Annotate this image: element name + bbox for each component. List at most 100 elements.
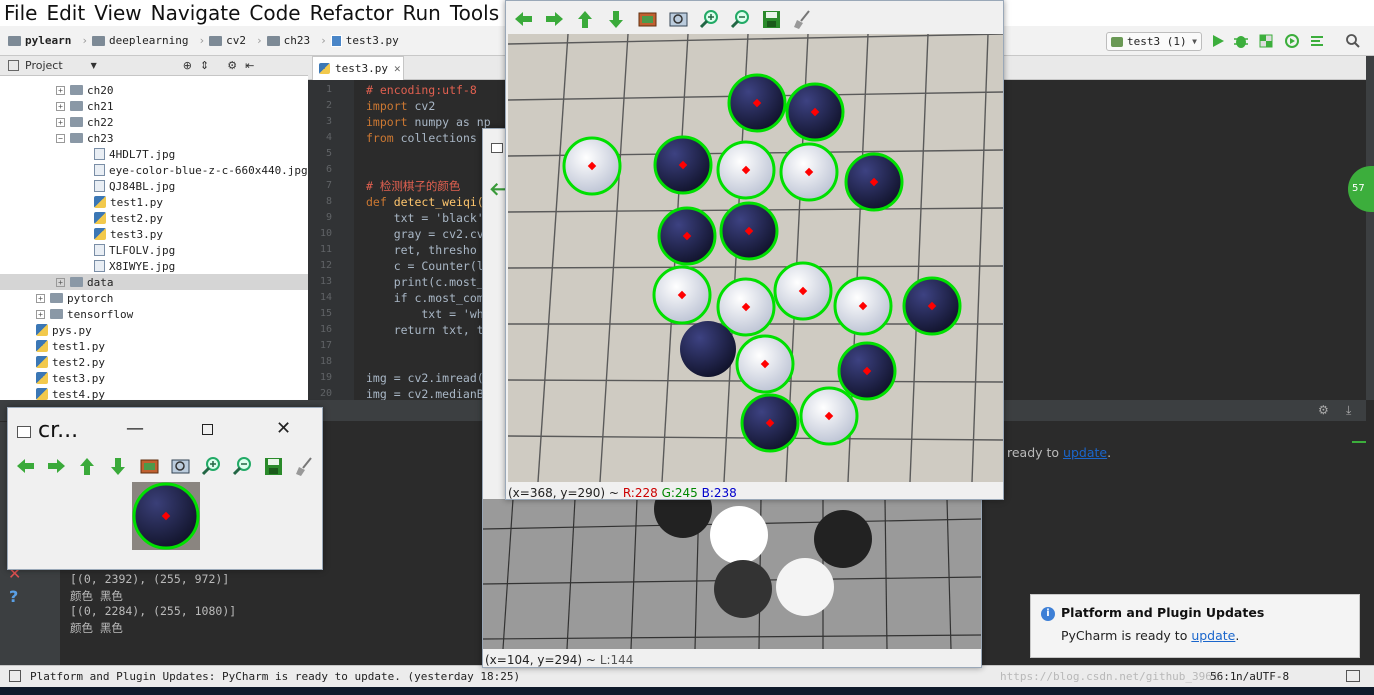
menu-navigate[interactable]: Navigate xyxy=(151,1,241,25)
breadcrumb-ch23[interactable]: ch23 xyxy=(266,34,310,47)
update-notification[interactable]: i Platform and Plugin Updates PyCharm is… xyxy=(1030,594,1360,658)
tree-item-ch23[interactable]: − ch23 xyxy=(56,130,114,146)
tool-windows-icon[interactable] xyxy=(9,670,21,682)
zoom-out-icon[interactable] xyxy=(227,454,258,478)
zoom-in-icon[interactable] xyxy=(196,454,227,478)
clear-icon[interactable] xyxy=(289,454,320,478)
line-separator[interactable]: n/a xyxy=(1236,670,1256,683)
arrow-up-icon[interactable] xyxy=(72,454,103,478)
status-message[interactable]: Platform and Plugin Updates: PyCharm is … xyxy=(30,670,520,683)
close-icon[interactable]: ✕ xyxy=(394,62,401,75)
caret-position[interactable]: 56:1 xyxy=(1210,670,1237,683)
line-number: 9 xyxy=(325,212,332,223)
folder-icon xyxy=(70,101,83,111)
project-panel-title[interactable]: Project xyxy=(25,59,63,72)
maximize-icon[interactable] xyxy=(202,424,213,435)
tree-item-file[interactable]: test2.py xyxy=(94,210,163,226)
tree-item-label: TLFOLV.jpg xyxy=(109,243,176,257)
search-icon[interactable] xyxy=(1345,33,1361,49)
tree-item-ch20[interactable]: + ch20 xyxy=(56,82,114,98)
arrow-left-icon[interactable] xyxy=(508,7,539,31)
status-bar: Platform and Plugin Updates: PyCharm is … xyxy=(0,665,1374,687)
code-token: import xyxy=(366,99,408,113)
chevron-down-icon[interactable]: ▼ xyxy=(91,61,97,70)
crop-stone-image xyxy=(132,482,200,550)
menu-code[interactable]: Code xyxy=(249,1,300,25)
tree-item-file[interactable]: pys.py xyxy=(36,322,92,338)
locate-icon[interactable]: ⊕ xyxy=(183,59,192,72)
breadcrumb-cv2[interactable]: cv2 xyxy=(209,34,246,47)
close-icon[interactable]: ✕ xyxy=(276,418,291,439)
save-icon[interactable] xyxy=(258,454,289,478)
tree-item-label: ch23 xyxy=(87,131,114,145)
arrow-up-icon[interactable] xyxy=(570,7,601,31)
python-file-icon xyxy=(330,34,342,47)
tree-item-file[interactable]: test1.py xyxy=(36,338,105,354)
lock-icon[interactable] xyxy=(1346,670,1360,682)
progress-marker xyxy=(1352,441,1366,443)
tree-item-file[interactable]: eye-color-blue-z-c-660x440.jpg xyxy=(94,162,308,178)
menu-tools[interactable]: Tools xyxy=(450,1,499,25)
tab-test3[interactable]: test3.py ✕ xyxy=(312,56,404,80)
coverage-icon[interactable] xyxy=(1258,33,1274,49)
zoom-fit-icon[interactable] xyxy=(165,454,196,478)
menu-edit[interactable]: Edit xyxy=(46,1,85,25)
image-icon[interactable] xyxy=(632,7,663,31)
tree-item-file[interactable]: 4HDL7T.jpg xyxy=(94,146,175,162)
image-icon[interactable] xyxy=(134,454,165,478)
image-window-main[interactable]: (x=368, y=290) ~ R:228 G:245 B:238 xyxy=(505,0,1004,500)
update-link[interactable]: update xyxy=(1063,445,1107,460)
tree-item-label: X8IWYE.jpg xyxy=(109,259,176,273)
tree-item-file[interactable]: QJ84BL.jpg xyxy=(94,178,175,194)
zoom-in-icon[interactable] xyxy=(694,7,725,31)
tree-item-file[interactable]: test3.py xyxy=(36,370,105,386)
zoom-out-icon[interactable] xyxy=(725,7,756,31)
menu-run[interactable]: Run xyxy=(403,1,441,25)
output-line: 颜色 黑色 xyxy=(70,621,123,635)
file-encoding[interactable]: UTF-8 xyxy=(1256,670,1289,683)
folder-icon xyxy=(70,117,83,127)
tree-item-file[interactable]: X8IWYE.jpg xyxy=(94,258,175,274)
zoom-fit-icon[interactable] xyxy=(663,7,694,31)
chevron-down-icon: ▼ xyxy=(1192,37,1197,46)
menu-refactor[interactable]: Refactor xyxy=(310,1,394,25)
concurrency-icon[interactable] xyxy=(1309,33,1325,49)
run-icon[interactable] xyxy=(1210,33,1226,49)
breadcrumb-test3[interactable]: test3.py xyxy=(330,34,399,47)
menu-file[interactable]: File xyxy=(4,1,37,25)
tree-item-ch22[interactable]: + ch22 xyxy=(56,114,114,130)
hide-icon[interactable]: ⇤ xyxy=(245,59,254,72)
gear-icon[interactable]: ⚙ xyxy=(227,59,237,72)
tree-item-tensorflow[interactable]: + tensorflow xyxy=(36,306,133,322)
minimize-icon[interactable]: — xyxy=(126,418,144,439)
menu-view[interactable]: View xyxy=(94,1,141,25)
clear-icon[interactable] xyxy=(787,7,818,31)
crop-window[interactable]: cr... — ✕ xyxy=(7,407,323,570)
profile-icon[interactable] xyxy=(1284,33,1300,49)
breadcrumb-deeplearning[interactable]: deeplearning xyxy=(91,34,188,47)
tree-item-ch21[interactable]: + ch21 xyxy=(56,98,114,114)
tree-item-file[interactable]: test2.py xyxy=(36,354,105,370)
gear-icon[interactable]: ⚙ xyxy=(1318,403,1329,417)
save-icon[interactable] xyxy=(756,7,787,31)
hide-icon[interactable]: ⤓ xyxy=(1346,403,1351,418)
arrow-right-icon[interactable] xyxy=(41,454,72,478)
tree-item-data[interactable]: + data xyxy=(56,274,114,290)
tree-item-file[interactable]: TLFOLV.jpg xyxy=(94,242,175,258)
debug-icon[interactable] xyxy=(1233,33,1249,49)
tree-item-label: test2.py xyxy=(52,355,105,369)
run-config-select[interactable]: test3 (1) ▼ xyxy=(1106,32,1202,51)
arrow-right-icon[interactable] xyxy=(539,7,570,31)
tree-item-file[interactable]: test1.py xyxy=(94,194,163,210)
tree-item-file[interactable]: test3.py xyxy=(94,226,163,242)
breadcrumb-pylearn[interactable]: pylearn xyxy=(8,34,71,47)
arrow-down-icon[interactable] xyxy=(103,454,134,478)
help-icon[interactable]: ? xyxy=(9,587,18,606)
notification-update-link[interactable]: update xyxy=(1191,628,1235,643)
tree-item-pytorch[interactable]: + pytorch xyxy=(36,290,113,306)
arrow-down-icon[interactable] xyxy=(601,7,632,31)
arrow-left-icon[interactable] xyxy=(10,454,41,478)
collapse-icon[interactable]: ⇕ xyxy=(200,59,209,72)
folder-icon xyxy=(91,35,105,46)
editor-scroll-strip[interactable] xyxy=(1366,56,1374,400)
